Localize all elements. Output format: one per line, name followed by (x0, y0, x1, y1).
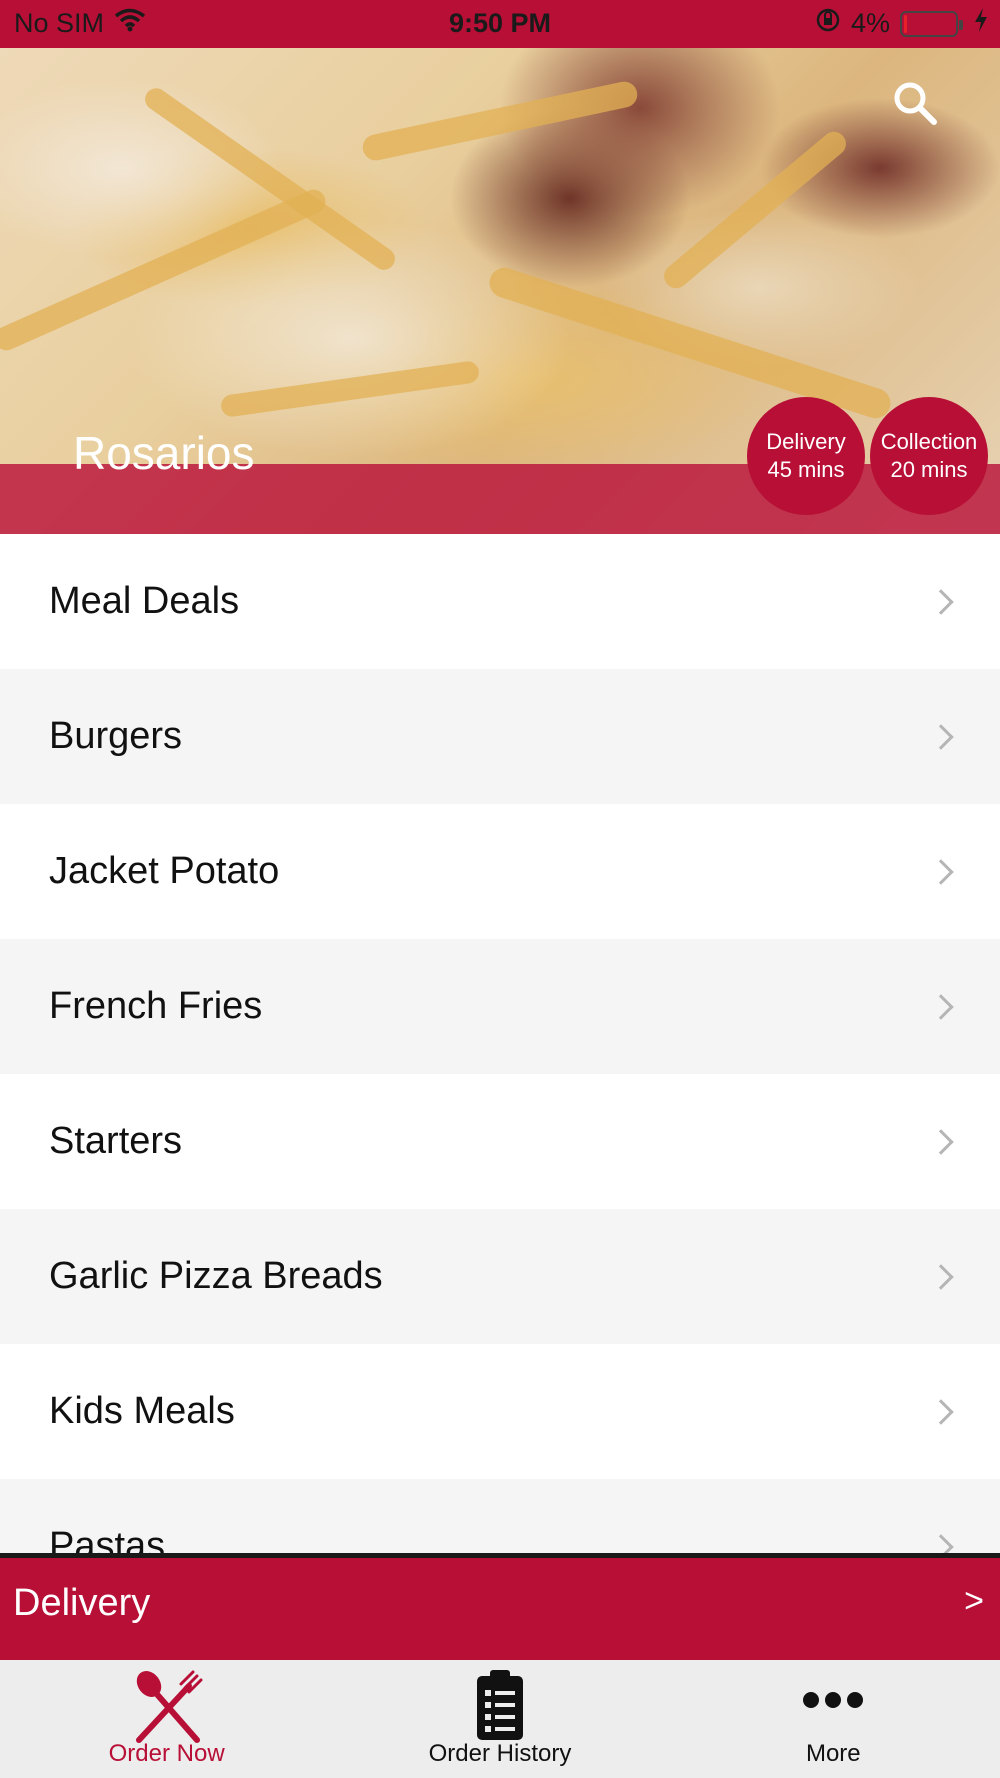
tab-more[interactable]: More (667, 1660, 1000, 1778)
tab-order-now[interactable]: Order Now (0, 1660, 333, 1778)
battery-icon (900, 10, 963, 37)
status-bar: No SIM 9:50 PM 4% (0, 0, 1000, 48)
menu-item-garlic-pizza-breads[interactable]: Garlic Pizza Breads (0, 1209, 1000, 1344)
collection-badge-title: Collection (880, 429, 978, 454)
chevron-right-icon (928, 723, 954, 750)
chevron-right-icon (928, 1533, 954, 1554)
menu-item-kids-meals[interactable]: Kids Meals (0, 1344, 1000, 1479)
chevron-right-icon (928, 1128, 954, 1155)
menu-item-french-fries[interactable]: French Fries (0, 939, 1000, 1074)
fork-knife-icon (127, 1668, 207, 1749)
menu-item-label: Starters (49, 1120, 183, 1162)
collection-time-badge: Collection 20 mins (870, 397, 988, 515)
collection-badge-time: 20 mins (890, 457, 968, 482)
menu-item-label: Jacket Potato (49, 850, 280, 892)
orientation-lock-icon (815, 7, 841, 40)
battery-percent: 4% (850, 8, 890, 38)
tab-label: More (805, 1740, 861, 1767)
tab-order-history[interactable]: Order History (333, 1660, 666, 1778)
charging-bolt-icon (974, 7, 988, 40)
menu-item-label: Burgers (49, 715, 183, 757)
menu-item-meal-deals[interactable]: Meal Deals (0, 534, 1000, 669)
chevron-right-icon (928, 858, 954, 885)
menu-item-label: Garlic Pizza Breads (49, 1255, 383, 1297)
store-name: Rosarios (73, 427, 255, 479)
menu-item-label: Kids Meals (49, 1390, 235, 1432)
delivery-time-badge: Delivery 45 mins (747, 397, 865, 515)
menu-item-label: French Fries (49, 985, 263, 1027)
delivery-arrow: > (964, 1582, 984, 1620)
menu-item-label: Pastas (49, 1525, 166, 1554)
chevron-right-icon (928, 1263, 954, 1290)
menu-item-pastas[interactable]: Pastas (0, 1479, 1000, 1554)
tab-label: Order Now (108, 1740, 225, 1767)
delivery-badge-title: Delivery (766, 429, 846, 454)
delivery-mode-label: Delivery (13, 1582, 151, 1624)
tab-label: Order History (428, 1740, 572, 1767)
menu-item-burgers[interactable]: Burgers (0, 669, 1000, 804)
tab-bar: Order Now Order History More (0, 1660, 1000, 1778)
chevron-right-icon (928, 993, 954, 1020)
chevron-right-icon (928, 1398, 954, 1425)
menu-item-jacket-potato[interactable]: Jacket Potato (0, 804, 1000, 939)
menu-category-list: Meal Deals Burgers Jacket Potato French … (0, 534, 1000, 1554)
delivery-mode-bar[interactable]: Delivery > (0, 1553, 1000, 1660)
search-icon[interactable] (890, 78, 940, 128)
menu-item-starters[interactable]: Starters (0, 1074, 1000, 1209)
status-right: 4% (815, 7, 988, 40)
menu-item-label: Meal Deals (49, 580, 240, 622)
more-dots-icon (801, 1690, 865, 1715)
clipboard-list-icon (474, 1668, 526, 1747)
chevron-right-icon (928, 588, 954, 615)
delivery-badge-time: 45 mins (767, 457, 845, 482)
